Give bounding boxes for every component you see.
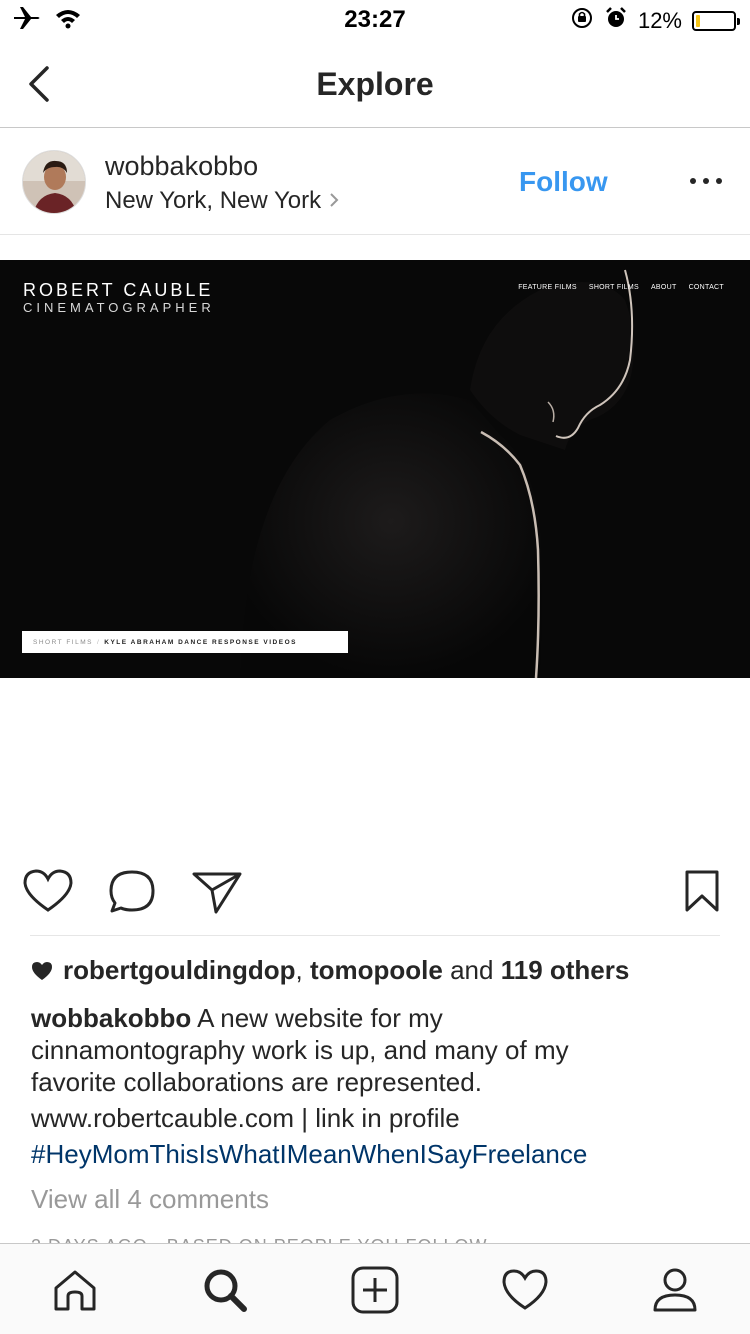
- bookmark-icon[interactable]: [682, 868, 722, 919]
- site-title: ROBERT CAUBLE: [23, 280, 214, 300]
- battery-level: [696, 14, 700, 27]
- heart-small-icon: [31, 961, 53, 981]
- likes-comma: ,: [295, 955, 303, 985]
- page-title: Explore: [316, 66, 434, 102]
- view-comments-link[interactable]: View all 4 comments: [31, 1184, 269, 1215]
- caption-line-1: A new website for my: [197, 1003, 443, 1033]
- caption-hashtag[interactable]: #HeyMomThisIsWhatIMeanWhenISayFreelance: [31, 1138, 721, 1170]
- site-nav-contact: CONTACT: [688, 284, 724, 291]
- alarm-icon: [604, 6, 628, 35]
- more-options-icon[interactable]: [690, 169, 722, 193]
- nav-bar: Explore: [0, 40, 750, 128]
- caption-line-3: favorite collaborations are represented.: [31, 1067, 482, 1097]
- post-location[interactable]: New York, New York: [105, 187, 339, 215]
- likes-summary[interactable]: robertgouldingdop, tomopoole and 119 oth…: [31, 955, 629, 986]
- comment-icon[interactable]: [107, 868, 157, 919]
- caption-line-2: cinnamontography work is up, and many of…: [31, 1035, 569, 1065]
- liker-2[interactable]: tomopoole: [310, 955, 443, 986]
- post-image[interactable]: ROBERT CAUBLE CINEMATOGRAPHER FEATURE FI…: [0, 260, 750, 678]
- post-actions: [0, 860, 750, 922]
- likes-others[interactable]: 119 others: [501, 955, 630, 986]
- battery-percent: 12%: [637, 7, 682, 33]
- breadcrumb-separator: /: [96, 638, 101, 646]
- avatar[interactable]: [22, 150, 86, 214]
- new-post-icon[interactable]: [351, 1266, 399, 1314]
- site-nav-feature-films: FEATURE FILMS: [518, 284, 577, 291]
- actions-divider: [30, 935, 720, 936]
- follow-button[interactable]: Follow: [519, 166, 608, 198]
- profile-icon[interactable]: [651, 1266, 699, 1314]
- status-bar: 23:27 12%: [0, 0, 750, 40]
- share-icon[interactable]: [190, 868, 244, 919]
- site-nav-about: ABOUT: [650, 284, 677, 291]
- like-heart-icon[interactable]: [22, 868, 74, 919]
- post-caption: wobbakobbo A new website for my cinnamon…: [31, 1002, 721, 1170]
- likes-and: and: [450, 955, 494, 985]
- post-username[interactable]: wobbakobbo: [105, 151, 258, 182]
- breadcrumb-current: KYLE ABRAHAM DANCE RESPONSE VIDEOS: [104, 638, 297, 646]
- site-subtitle: CINEMATOGRAPHER: [23, 300, 215, 315]
- search-icon[interactable]: [201, 1266, 249, 1314]
- silhouette-photo: [0, 260, 750, 678]
- chevron-right-icon: [329, 187, 339, 215]
- battery-icon: [692, 10, 740, 31]
- rotation-lock-icon: [570, 6, 594, 35]
- caption-username[interactable]: wobbakobbo: [31, 1003, 191, 1033]
- home-icon[interactable]: [51, 1266, 99, 1314]
- post-header: wobbakobbo New York, New York Follow: [0, 129, 750, 235]
- activity-icon[interactable]: [501, 1266, 549, 1314]
- liker-1[interactable]: robertgouldingdop: [63, 955, 296, 986]
- site-breadcrumb: SHORT FILMS / KYLE ABRAHAM DANCE RESPONS…: [22, 631, 348, 653]
- tab-bar: [0, 1243, 750, 1334]
- site-nav: FEATURE FILMS SHORT FILMS ABOUT CONTACT: [518, 284, 724, 291]
- breadcrumb-section: SHORT FILMS: [33, 638, 93, 646]
- location-label: New York, New York: [105, 187, 322, 214]
- caption-line-4: www.robertcauble.com | link in profile: [31, 1103, 460, 1133]
- site-nav-short-films: SHORT FILMS: [588, 284, 639, 291]
